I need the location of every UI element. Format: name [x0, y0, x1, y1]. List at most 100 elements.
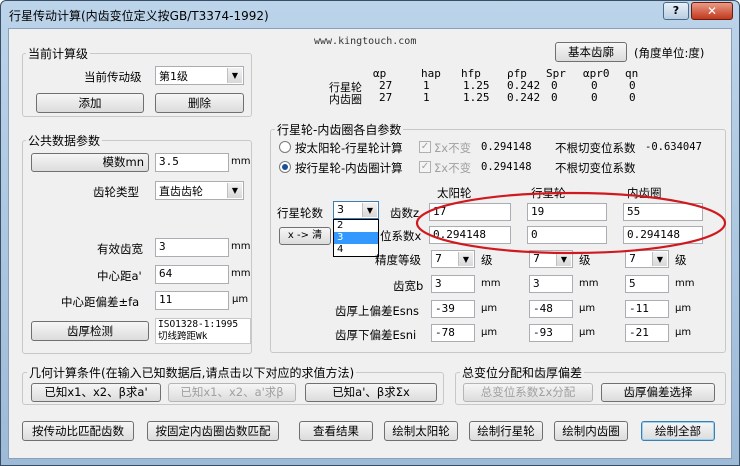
view-result-button[interactable]: 查看结果 — [299, 421, 373, 441]
param-cell: 1.25 — [463, 91, 490, 104]
clear-shift-button[interactable]: x -> 清 — [279, 227, 331, 245]
ring-upper-dev-input[interactable]: -11 — [625, 300, 669, 318]
gear-type-value: 直齿齿轮 — [159, 185, 203, 198]
gear-type-select[interactable]: 直齿齿轮 ▼ — [155, 181, 244, 200]
center-distance-input[interactable]: 64 — [155, 265, 229, 284]
center-deviation-unit: μm — [232, 294, 249, 305]
module-button[interactable]: 模数mn — [31, 153, 149, 172]
sigma-fixed-label-1: Σx不变 — [434, 141, 472, 155]
help-button[interactable]: ? — [663, 2, 689, 20]
planet-upper-dev-input[interactable]: -48 — [529, 300, 573, 318]
param-cell: 27 — [379, 91, 393, 104]
tooth-deviation-select-button[interactable]: 齿厚偏差选择 — [601, 383, 715, 402]
planet-width-input[interactable]: 3 — [529, 275, 573, 293]
match-by-ratio-button[interactable]: 按传动比匹配齿数 — [22, 421, 134, 441]
sun-width-input[interactable]: 3 — [431, 275, 475, 293]
planet-count-option-selected[interactable]: 3 — [334, 232, 378, 244]
param-cell: 0 — [591, 91, 598, 104]
sigma-value-1: 0.294148 — [481, 141, 532, 153]
sigma-value-2: 0.294148 — [481, 161, 532, 173]
planet-count-label: 行星轮数 — [277, 206, 323, 220]
current-stage-group-title: 当前计算级 — [26, 45, 91, 62]
sun-lower-dev-unit: μm — [481, 327, 498, 338]
lower-deviation-label: 齿厚下偏差Esni — [335, 328, 417, 342]
center-deviation-label: 中心距偏差±fa — [61, 295, 140, 309]
ring-width-input[interactable]: 5 — [625, 275, 669, 293]
tooth-check-type: 切线跨距Wk — [158, 331, 208, 342]
tooth-check-standard: ISO1328-1:1995 — [158, 319, 239, 330]
center-distance-label: 中心距a' — [97, 269, 142, 283]
draw-ring-button[interactable]: 绘制内齿圈 — [554, 421, 628, 441]
dialog-client-area: www.kingtouch.com 基本齿廓 (角度单位:度) 当前计算级 当前… — [8, 28, 732, 459]
ring-width-unit: mm — [675, 278, 695, 289]
root-cut-value-1: -0.634047 — [645, 141, 702, 153]
common-params-group-title: 公共数据参数 — [26, 132, 103, 149]
face-width-input[interactable]: 3 — [155, 238, 229, 257]
ring-upper-dev-unit: μm — [675, 303, 692, 314]
planet-width-unit: mm — [579, 278, 599, 289]
delete-stage-button[interactable]: 删除 — [155, 93, 244, 113]
module-input[interactable]: 3.5 — [155, 153, 229, 172]
close-button[interactable]: ✕ — [691, 2, 733, 20]
center-deviation-input[interactable]: 11 — [155, 291, 229, 310]
root-cut-label-2: 不根切变位系数 — [555, 161, 636, 175]
known-a-beta-button[interactable]: 已知a'、β求Σx — [305, 383, 437, 402]
ring-lower-dev-unit: μm — [675, 327, 692, 338]
planet-upper-dev-unit: μm — [579, 303, 596, 314]
planet-ring-radio[interactable] — [279, 161, 291, 173]
upper-deviation-label: 齿厚上偏差Esns — [335, 304, 420, 318]
angle-unit-label: (角度单位:度) — [634, 46, 705, 60]
sigma-fixed-label-2: Σx不变 — [434, 161, 472, 175]
known-x1-x2-beta-button[interactable]: 已知x1、x2、β求a' — [31, 383, 161, 402]
chevron-down-icon: ▼ — [362, 203, 377, 217]
sigma-fixed-checkbox-2[interactable]: ✓ — [419, 161, 431, 173]
root-cut-label-1: 不根切变位系数 — [555, 141, 636, 155]
chevron-down-icon: ▼ — [227, 183, 242, 198]
param-cell: 1 — [423, 91, 430, 104]
add-stage-button[interactable]: 添加 — [36, 93, 144, 113]
watermark-text: www.kingtouch.com — [314, 36, 417, 47]
planet-lower-dev-input[interactable]: -93 — [529, 324, 573, 342]
sigma-fixed-checkbox-1[interactable]: ✓ — [419, 141, 431, 153]
highlight-ellipse — [415, 191, 727, 255]
ring-lower-dev-input[interactable]: -21 — [625, 324, 669, 342]
draw-planet-button[interactable]: 绘制行星轮 — [469, 421, 543, 441]
title-bar[interactable]: 行星传动计算(内齿变位定义按GB/T3374-1992) ? ✕ — [1, 1, 739, 27]
shift-distribution-title: 总变位分配和齿厚偏差 — [460, 364, 585, 381]
known-x1-x2-a-button[interactable]: 已知x1、x2、a'求β — [168, 383, 296, 402]
face-width-label: 有效齿宽 — [97, 242, 143, 256]
draw-sun-button[interactable]: 绘制太阳轮 — [384, 421, 458, 441]
draw-all-button[interactable]: 绘制全部 — [641, 421, 715, 441]
center-distance-unit: mm — [231, 268, 251, 279]
tooth-check-method: ISO1328-1:1995 切线跨距Wk — [155, 318, 251, 344]
highlight-ellipse-shape — [415, 191, 727, 255]
sun-planet-radio-label[interactable]: 按太阳轮-行星轮计算 — [295, 140, 403, 156]
module-unit: mm — [231, 156, 251, 167]
sun-planet-radio[interactable] — [279, 141, 291, 153]
planet-count-option[interactable]: 2 — [334, 220, 378, 232]
param-cell: 0.242 — [507, 91, 541, 104]
sun-upper-dev-input[interactable]: -39 — [431, 300, 475, 318]
planet-count-option[interactable]: 4 — [334, 244, 378, 256]
basic-gear-profile-button[interactable]: 基本齿廓 — [555, 42, 627, 62]
window-title: 行星传动计算(内齿变位定义按GB/T3374-1992) — [9, 9, 269, 23]
gear-type-label: 齿轮类型 — [93, 185, 139, 199]
planet-ring-radio-label[interactable]: 按行星轮-内齿圈计算 — [295, 160, 403, 176]
planet-count-value: 3 — [337, 203, 344, 216]
sun-lower-dev-input[interactable]: -78 — [431, 324, 475, 342]
planet-ring-params-group-title: 行星轮-内齿圈各自参数 — [275, 121, 404, 138]
app-window: 行星传动计算(内齿变位定义按GB/T3374-1992) ? ✕ www.kin… — [0, 0, 740, 466]
param-row-name: 内齿圈 — [329, 93, 362, 106]
basic-profile-param-table: αp hap hfp ρfp Spr αpr0 qn 行星轮 27 1 1.25… — [311, 67, 711, 107]
width-label: 齿宽b — [393, 279, 424, 293]
face-width-unit: mm — [231, 241, 251, 252]
planet-count-select[interactable]: 3 ▼ — [333, 201, 379, 219]
total-shift-distribution-button[interactable]: 总变位系数Σx分配 — [463, 383, 593, 402]
current-stage-select[interactable]: 第1级 ▼ — [155, 66, 244, 85]
current-stage-value: 第1级 — [159, 70, 188, 83]
match-by-ring-button[interactable]: 按固定内齿圈齿数匹配 — [147, 421, 279, 441]
sun-width-unit: mm — [481, 278, 501, 289]
tooth-thickness-check-button[interactable]: 齿厚检测 — [31, 321, 149, 341]
geometry-conditions-title: 几何计算条件(在输入已知数据后,请点击以下对应的求值方法) — [27, 364, 357, 381]
planet-count-dropdown[interactable]: 2 3 4 — [333, 219, 379, 257]
